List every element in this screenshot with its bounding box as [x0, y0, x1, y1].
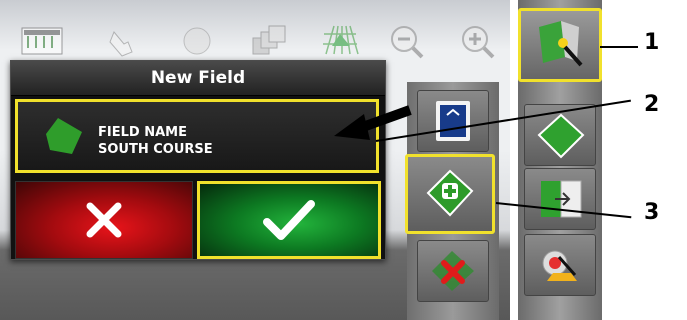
new-field-button[interactable]: [405, 154, 495, 234]
callout-leader-1: [600, 46, 638, 48]
cancel-button[interactable]: [15, 181, 193, 259]
confirm-button[interactable]: [197, 181, 381, 259]
circle-icon[interactable]: [175, 22, 219, 60]
new-field-icon: [426, 169, 474, 217]
layers-icon[interactable]: [245, 22, 289, 60]
callout-2: 2: [644, 92, 660, 117]
field-name-label: FIELD NAME: [98, 125, 187, 140]
new-field-dialog: New Field FIELD NAME SOUTH COURSE: [10, 60, 386, 260]
flag-button[interactable]: [524, 234, 596, 296]
field-name-input[interactable]: FIELD NAME SOUTH COURSE: [15, 99, 379, 173]
field-options-strip: [405, 82, 499, 320]
pointer-arrow: [334, 105, 412, 140]
zoom-in-icon[interactable]: [455, 22, 499, 60]
cancel-x-icon: [86, 202, 122, 238]
field-menu-strip: [518, 0, 602, 320]
field-delete-button[interactable]: [417, 240, 489, 302]
field-menu-button[interactable]: [518, 8, 602, 82]
zoom-out-icon[interactable]: [384, 22, 428, 60]
field-delete-icon: [432, 251, 474, 291]
field-icon: [46, 118, 82, 154]
guidance-lines-icon[interactable]: [20, 22, 64, 60]
touch-icon[interactable]: [100, 22, 144, 60]
field-import-icon: [541, 180, 582, 218]
dialog-title: New Field: [11, 61, 385, 96]
field-import-button[interactable]: [524, 104, 596, 166]
field-grid-icon[interactable]: [318, 22, 362, 60]
callout-1: 1: [644, 30, 660, 55]
field-select-icon: [436, 101, 470, 141]
field-name-value: SOUTH COURSE: [98, 142, 213, 157]
flag-icon: [542, 250, 577, 281]
checkmark-icon: [263, 200, 315, 240]
field-edit-icon: [539, 21, 583, 67]
field-list-button[interactable]: [524, 168, 596, 230]
field-select-button[interactable]: [417, 90, 489, 152]
callout-3: 3: [644, 200, 660, 225]
